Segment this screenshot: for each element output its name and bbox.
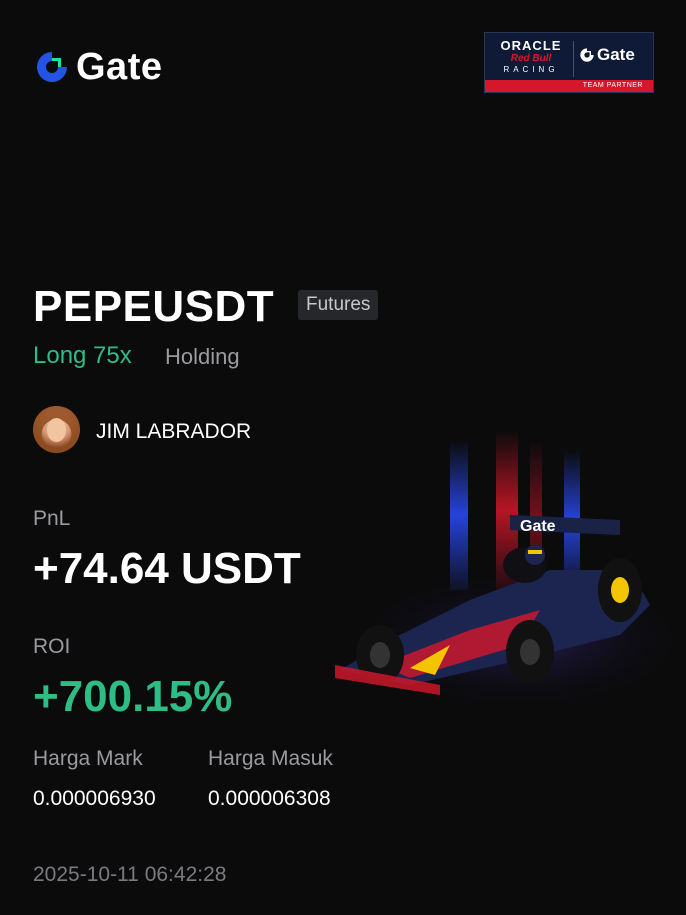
futures-tag: Futures	[298, 290, 379, 320]
trading-pair: PEPEUSDT	[33, 282, 275, 331]
pnl-value: +74.64 USDT	[33, 544, 301, 593]
brand-name: Gate	[76, 46, 163, 88]
timestamp: 2025-10-11 06:42:28	[33, 863, 227, 886]
roi-label: ROI	[33, 635, 71, 658]
redbull-racing-logo: ORACLE Red Bull RACING	[493, 39, 569, 75]
entry-price-value: 0.000006308	[208, 787, 331, 810]
partner-redbull-text: Red Bull	[510, 53, 552, 64]
partner-divider	[573, 41, 574, 77]
position-status: Holding	[165, 344, 240, 369]
pnl-share-card: Gate ORACLE Red Bull RACING Gate TEAM PA…	[0, 0, 686, 915]
f1-car-illustration: Gate	[335, 430, 686, 710]
gate-logo-icon	[37, 52, 67, 82]
avatar	[33, 406, 80, 453]
roi-value: +700.15%	[33, 672, 233, 721]
entry-price-label: Harga Masuk	[208, 747, 333, 770]
mark-price-value: 0.000006930	[33, 787, 156, 810]
avatar-face	[47, 418, 66, 442]
gate-small-icon	[580, 48, 594, 62]
partner-racing-text: RACING	[503, 65, 559, 74]
partner-gate-logo: Gate	[579, 45, 635, 65]
mark-price-label: Harga Mark	[33, 747, 143, 770]
team-partner-badge: ORACLE Red Bull RACING Gate TEAM PARTNER	[484, 32, 654, 93]
partner-gate-text: Gate	[597, 45, 635, 64]
partner-footer: TEAM PARTNER	[485, 80, 653, 92]
username: JIM LABRADOR	[96, 420, 252, 443]
position-side: Long 75x	[33, 342, 132, 369]
pnl-label: PnL	[33, 507, 71, 530]
brand-logo: Gate	[34, 48, 162, 86]
svg-text:Gate: Gate	[520, 518, 556, 535]
partner-oracle-text: ORACLE	[500, 38, 562, 53]
